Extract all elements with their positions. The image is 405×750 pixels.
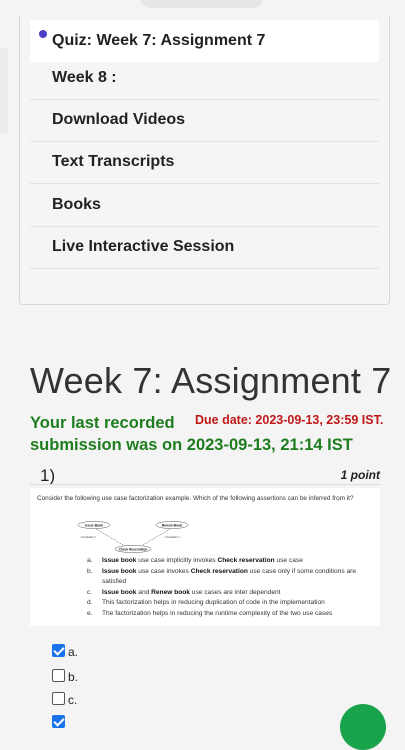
option-text: use case [274,557,303,564]
question-options-list: a. Issue book use case implicitly invokes… [87,556,372,620]
option-letter: a. [87,557,93,564]
nav-item-books[interactable]: Books [30,184,379,227]
nav-item-label: Text Transcripts [52,153,175,170]
option-bold-text: Renew book [151,588,190,596]
answer-choice-b[interactable]: b. [52,665,78,685]
question-option: a. Issue book use case implicitly invokes… [87,556,372,567]
nav-item-download-videos[interactable]: Download Videos [30,99,379,142]
option-letter: d. [87,599,93,607]
active-dot-icon [39,30,47,38]
answer-choice-a[interactable]: a. [52,640,78,660]
answer-choice-c[interactable]: c. [52,688,77,708]
renew-book-label: Renew Book [162,524,182,528]
issue-book-label: Issue Book [85,524,103,528]
side-panel-edge [0,48,8,134]
option-bold-text: Issue book [102,567,137,575]
question-option: b. Issue book use case invokes Check rese… [87,567,372,588]
question-option: e. The factorization helps in reducing th… [87,609,372,620]
question-points: 1 point [340,468,380,482]
nav-item-live-session[interactable]: Live Interactive Session [30,226,379,269]
nav-item-label: Books [52,196,101,213]
checkbox-checked-icon[interactable] [52,714,65,728]
option-text: use cases are inter dependent [189,588,281,596]
question-option: d. This factorization helps in reducing d… [87,598,372,609]
check-reservation-label: Check Reservation [119,548,148,552]
option-bold-text: Check reservation [190,567,248,575]
nav-item-label: Download Videos [52,111,186,128]
option-text: use case invokes [136,567,191,575]
nav-item-week8[interactable]: Week 8 : [30,57,379,100]
include-arrow-left [95,528,125,546]
option-text: The factorization helps in reducing the … [102,609,333,617]
include-label-right: <<include>> [164,535,181,539]
nav-item-quiz-week7[interactable]: Quiz: Week 7: Assignment 7 [30,20,379,62]
option-text: use case implicitly invokes [136,557,218,564]
use-case-diagram: Issue Book Renew Book Check Reservation … [77,521,189,553]
floating-action-button[interactable] [340,704,386,750]
include-label-left: <<include>> [80,535,97,539]
option-text: This factorization helps in reducing dup… [102,599,325,607]
question-number: 1) [40,466,56,485]
last-submission-line2: submission was on 2023-09-13, 21:14 IST [30,436,353,454]
option-bold-text: Issue book [102,588,137,596]
last-submission-line1: Your last recorded [30,414,175,432]
option-letter: c. [87,588,93,596]
page-title: Week 7: Assignment 7 [30,360,392,401]
divider [30,484,380,485]
option-text: and [136,588,152,596]
choice-label: b. [68,670,79,684]
question-text: Consider the following use case factoriz… [37,495,354,502]
answer-choice-d[interactable] [52,711,68,731]
nav-item-label: Quiz: Week 7: Assignment 7 [52,32,266,49]
question-image: Consider the following use case factoriz… [30,488,380,626]
nav-item-label: Live Interactive Session [52,238,235,255]
option-bold-text: Check reservation [217,557,275,564]
checkbox-icon[interactable] [52,668,65,682]
checkbox-checked-icon[interactable] [52,643,65,657]
option-letter: b. [87,567,93,575]
question-option: c. Issue book and Renew book use cases ar… [87,588,372,599]
nav-item-label: Week 8 : [52,69,117,86]
due-date: Due date: 2023-09-13, 23:59 IST. [195,413,384,427]
search-bar-edge[interactable] [140,0,264,8]
option-letter: e. [87,609,93,617]
choice-label: a. [68,645,79,659]
choice-label: c. [68,693,78,707]
checkbox-icon[interactable] [52,691,65,705]
nav-item-text-transcripts[interactable]: Text Transcripts [30,141,379,184]
option-bold-text: Issue book [102,557,137,564]
